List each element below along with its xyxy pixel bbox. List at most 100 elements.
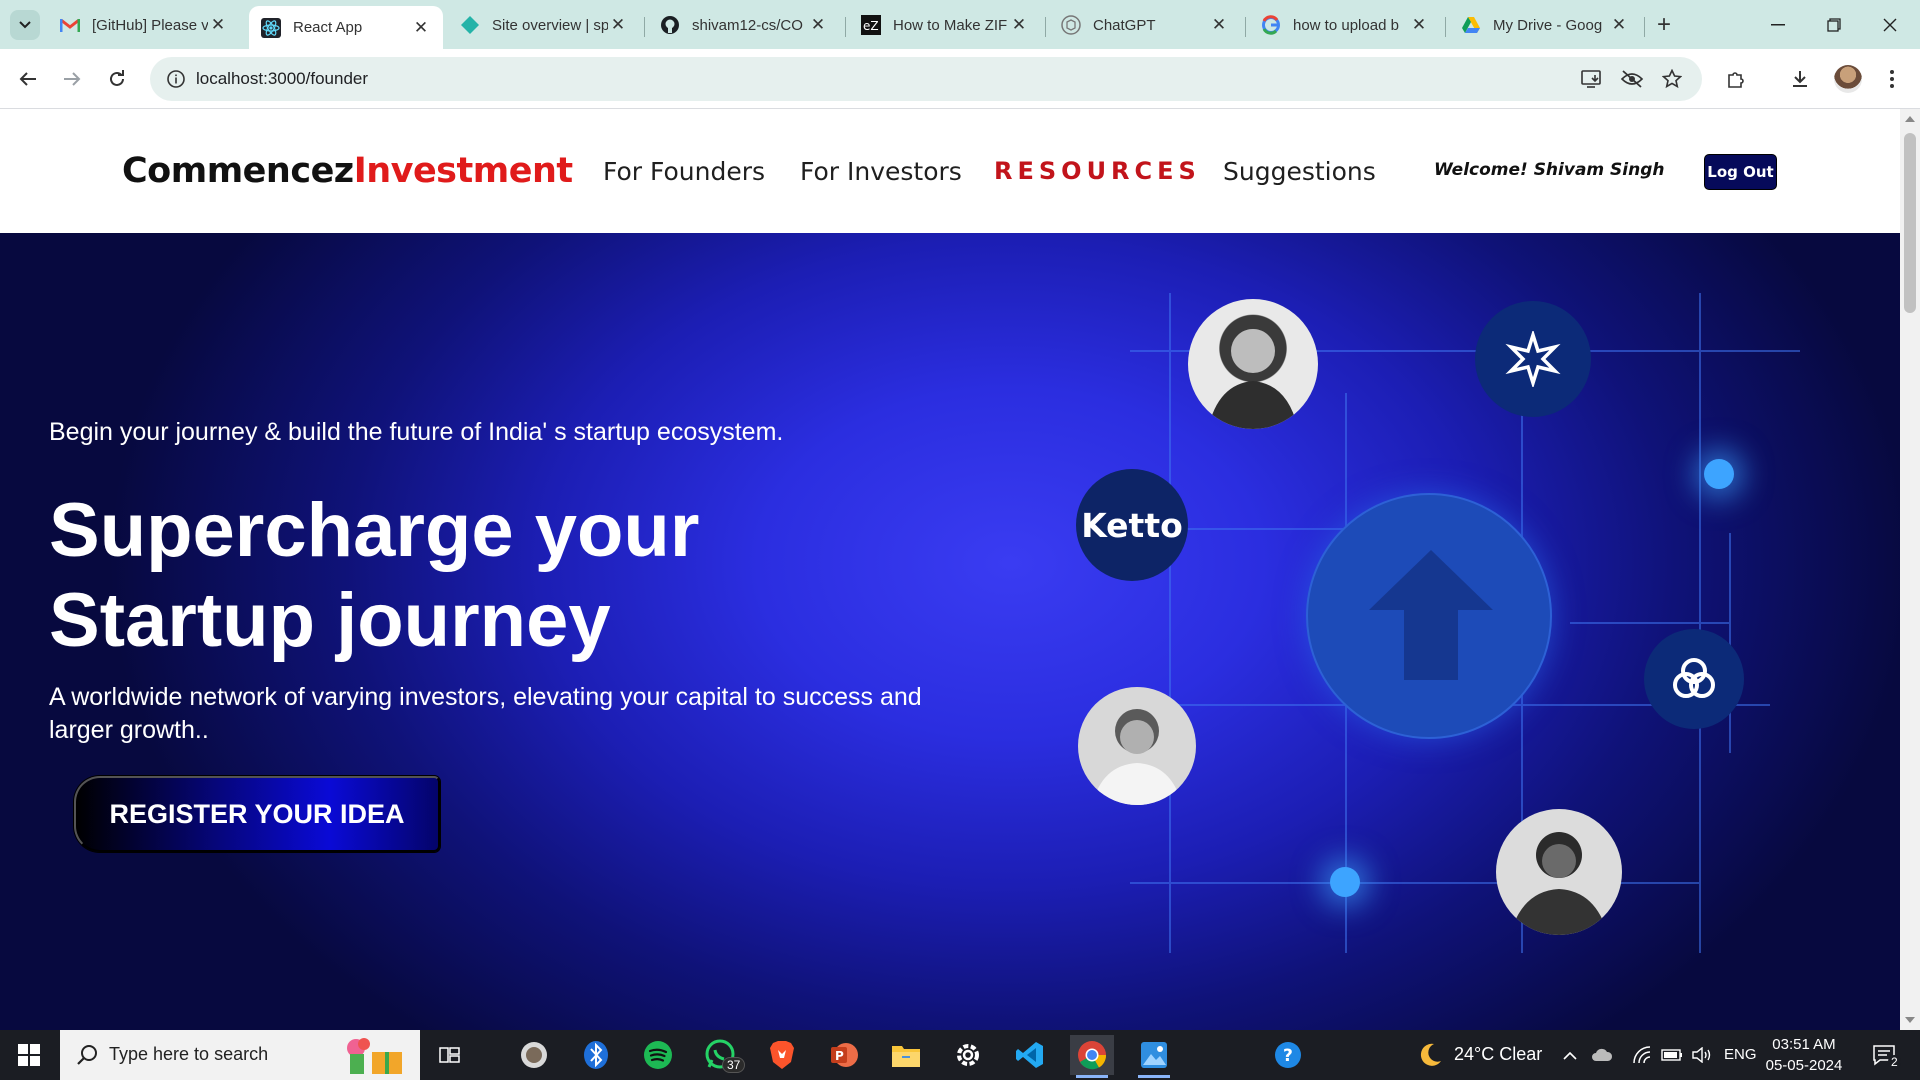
taskbar-search[interactable]: Type here to search xyxy=(60,1030,420,1080)
downloads-button[interactable] xyxy=(1784,63,1816,95)
close-icon[interactable]: ✕ xyxy=(808,15,828,35)
taskbar-powerpoint[interactable]: P xyxy=(822,1035,866,1075)
taskbar-bluetooth[interactable] xyxy=(574,1035,618,1075)
nav-for-investors[interactable]: For Investors xyxy=(800,157,962,186)
taskbar-brave[interactable] xyxy=(760,1035,804,1075)
close-icon[interactable]: ✕ xyxy=(608,15,628,35)
welcome-message: Welcome! Shivam Singh xyxy=(1434,160,1665,180)
browser-menu-button[interactable] xyxy=(1876,63,1908,95)
weather-widget[interactable] xyxy=(1408,1035,1452,1075)
forward-button[interactable] xyxy=(56,63,88,95)
svg-text:eZ: eZ xyxy=(863,19,879,33)
ez-icon: eZ xyxy=(861,15,881,35)
minimize-button[interactable] xyxy=(1750,0,1806,49)
tab-separator xyxy=(845,17,846,37)
tab-title: React App xyxy=(293,19,363,36)
scrollbar-thumb[interactable] xyxy=(1904,133,1916,313)
windows-icon xyxy=(18,1044,40,1066)
photos-icon xyxy=(1141,1042,1167,1068)
scroll-down-icon[interactable] xyxy=(1905,1017,1915,1023)
gift-flowers-icon xyxy=(347,1038,402,1074)
register-idea-button[interactable]: REGISTER YOUR IDEA xyxy=(74,776,440,852)
browser-tab[interactable]: Site overview | sp ✕ xyxy=(448,6,640,44)
tray-overflow-button[interactable] xyxy=(1558,1035,1582,1075)
brave-icon xyxy=(770,1041,794,1069)
back-button[interactable] xyxy=(12,63,44,95)
close-icon[interactable]: ✕ xyxy=(411,18,431,38)
notification-center-button[interactable]: 2 xyxy=(1862,1035,1906,1075)
taskbar-settings[interactable] xyxy=(946,1035,990,1075)
chevron-down-icon xyxy=(19,21,31,29)
weather-text[interactable]: 24°C Clear xyxy=(1454,1044,1542,1065)
wifi-tray[interactable] xyxy=(1628,1035,1656,1075)
taskbar-chrome[interactable] xyxy=(1070,1035,1114,1078)
browser-tab[interactable]: My Drive - Goog ✕ xyxy=(1449,6,1641,44)
install-app-icon[interactable] xyxy=(1580,67,1604,91)
browser-tab[interactable]: ChatGPT ✕ xyxy=(1049,6,1241,44)
logout-button[interactable]: Log Out xyxy=(1704,154,1777,190)
arrow-left-icon xyxy=(19,72,36,86)
react-icon xyxy=(261,17,281,38)
task-view-icon xyxy=(439,1047,460,1063)
close-icon[interactable]: ✕ xyxy=(208,15,228,35)
clock-time: 03:51 AM xyxy=(1772,1036,1836,1053)
network-badge xyxy=(1644,629,1744,729)
tab-title: shivam12-cs/CO xyxy=(692,16,803,34)
logo-part-2: Investment xyxy=(353,151,573,191)
taskbar-photos[interactable] xyxy=(1132,1035,1176,1078)
browser-tab-active[interactable]: React App ✕ xyxy=(249,6,443,49)
cloud-icon xyxy=(1592,1048,1613,1061)
ketto-logo: Ketto xyxy=(1076,469,1188,581)
restore-button[interactable] xyxy=(1806,0,1862,49)
tab-separator xyxy=(1045,17,1046,37)
window-close-button[interactable] xyxy=(1862,0,1918,49)
bluetooth-icon xyxy=(584,1041,608,1069)
close-icon[interactable]: ✕ xyxy=(1409,15,1429,35)
chatgpt-icon xyxy=(1061,15,1081,35)
info-icon[interactable] xyxy=(166,69,186,89)
onedrive-tray[interactable] xyxy=(1588,1035,1616,1075)
arrow-up-icon xyxy=(1369,550,1493,680)
restore-icon xyxy=(1827,17,1841,32)
start-button[interactable] xyxy=(0,1030,58,1080)
svg-text:P: P xyxy=(835,1049,844,1063)
volume-tray[interactable] xyxy=(1688,1035,1716,1075)
taskbar-app-1[interactable] xyxy=(512,1035,556,1075)
eye-off-icon[interactable] xyxy=(1620,67,1644,91)
browser-tab[interactable]: shivam12-cs/CO ✕ xyxy=(648,6,840,44)
spotify-icon xyxy=(644,1041,672,1069)
site-logo[interactable]: CommencezInvestment xyxy=(122,151,573,191)
tab-search-button[interactable] xyxy=(10,10,40,40)
help-button[interactable]: ? xyxy=(1266,1035,1310,1075)
nav-resources[interactable]: RESOURCES xyxy=(994,157,1201,185)
system-clock[interactable]: 03:51 AM 05-05-2024 xyxy=(1760,1034,1848,1076)
address-bar[interactable]: localhost:3000/founder xyxy=(150,57,1702,101)
nav-suggestions[interactable]: Suggestions xyxy=(1223,157,1376,186)
task-view-button[interactable] xyxy=(428,1035,472,1075)
language-indicator[interactable]: ENG xyxy=(1724,1046,1757,1063)
scroll-up-icon[interactable] xyxy=(1905,116,1915,122)
taskbar-file-explorer[interactable] xyxy=(884,1035,928,1075)
search-placeholder: Type here to search xyxy=(109,1044,269,1064)
browser-tab[interactable]: [GitHub] Please v ✕ xyxy=(48,6,240,44)
page-scrollbar[interactable] xyxy=(1900,109,1920,1030)
reload-button[interactable] xyxy=(101,63,133,95)
star-icon[interactable] xyxy=(1660,67,1684,91)
star-icon xyxy=(1505,331,1561,387)
browser-tab[interactable]: how to upload b ✕ xyxy=(1249,6,1441,44)
taskbar-vscode[interactable] xyxy=(1008,1035,1052,1075)
extensions-button[interactable] xyxy=(1720,63,1752,95)
new-tab-button[interactable]: + xyxy=(1650,11,1678,39)
close-icon[interactable]: ✕ xyxy=(1609,15,1629,35)
battery-tray[interactable] xyxy=(1658,1035,1686,1075)
taskbar-whatsapp[interactable]: 37 xyxy=(698,1035,746,1075)
tab-separator xyxy=(644,17,645,37)
profile-avatar[interactable] xyxy=(1834,65,1862,93)
tab-separator xyxy=(1245,17,1246,37)
url-text[interactable]: localhost:3000/founder xyxy=(196,69,368,89)
nav-for-founders[interactable]: For Founders xyxy=(603,157,765,186)
browser-tab[interactable]: eZ How to Make ZIF ✕ xyxy=(849,6,1041,44)
taskbar-spotify[interactable] xyxy=(636,1035,680,1075)
close-icon[interactable]: ✕ xyxy=(1209,15,1229,35)
close-icon[interactable]: ✕ xyxy=(1009,15,1029,35)
